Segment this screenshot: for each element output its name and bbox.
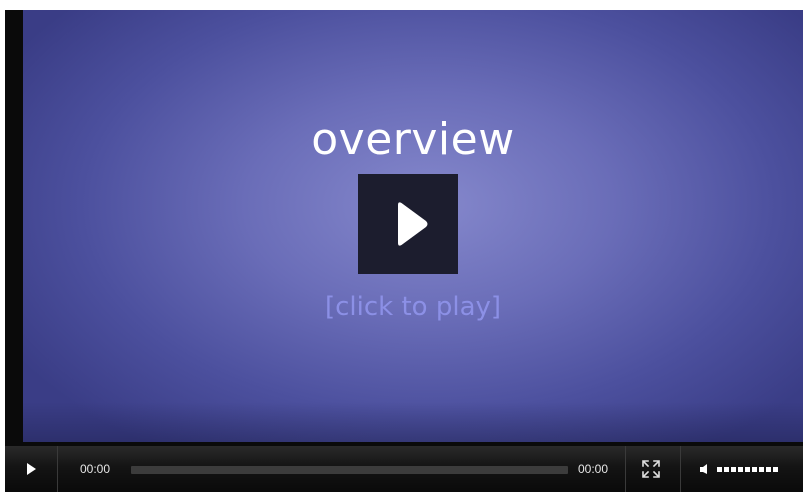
- volume-bar-segment[interactable]: [759, 467, 764, 472]
- speaker-icon: [700, 464, 707, 474]
- control-bar: 00:00 00:00: [5, 446, 803, 492]
- video-player: overview [click to play] 00:00 00:00: [5, 10, 803, 492]
- volume-bar-segment[interactable]: [738, 467, 743, 472]
- play-icon: [398, 202, 428, 246]
- click-to-play-label[interactable]: [click to play]: [23, 290, 803, 324]
- volume-bar-segment[interactable]: [717, 467, 722, 472]
- volume-bar-segment[interactable]: [731, 467, 736, 472]
- fullscreen-icon: [642, 460, 660, 478]
- play-icon: [27, 463, 36, 475]
- volume-bar-segment[interactable]: [766, 467, 771, 472]
- video-area[interactable]: overview [click to play]: [23, 10, 803, 442]
- current-time: 00:00: [80, 462, 111, 476]
- divider: [680, 446, 681, 492]
- fullscreen-button[interactable]: [641, 459, 661, 479]
- divider: [57, 446, 58, 492]
- volume-control[interactable]: [699, 462, 789, 476]
- volume-bar-segment[interactable]: [745, 467, 750, 472]
- volume-bar-segment[interactable]: [773, 467, 778, 472]
- video-title-card: overview: [311, 114, 515, 165]
- duration-time: 00:00: [578, 462, 609, 476]
- volume-bar-segment[interactable]: [724, 467, 729, 472]
- volume-bar-segment[interactable]: [752, 467, 757, 472]
- progress-bar[interactable]: [131, 466, 568, 474]
- big-play-button[interactable]: [358, 174, 458, 274]
- divider: [625, 446, 626, 492]
- play-button[interactable]: [5, 446, 57, 492]
